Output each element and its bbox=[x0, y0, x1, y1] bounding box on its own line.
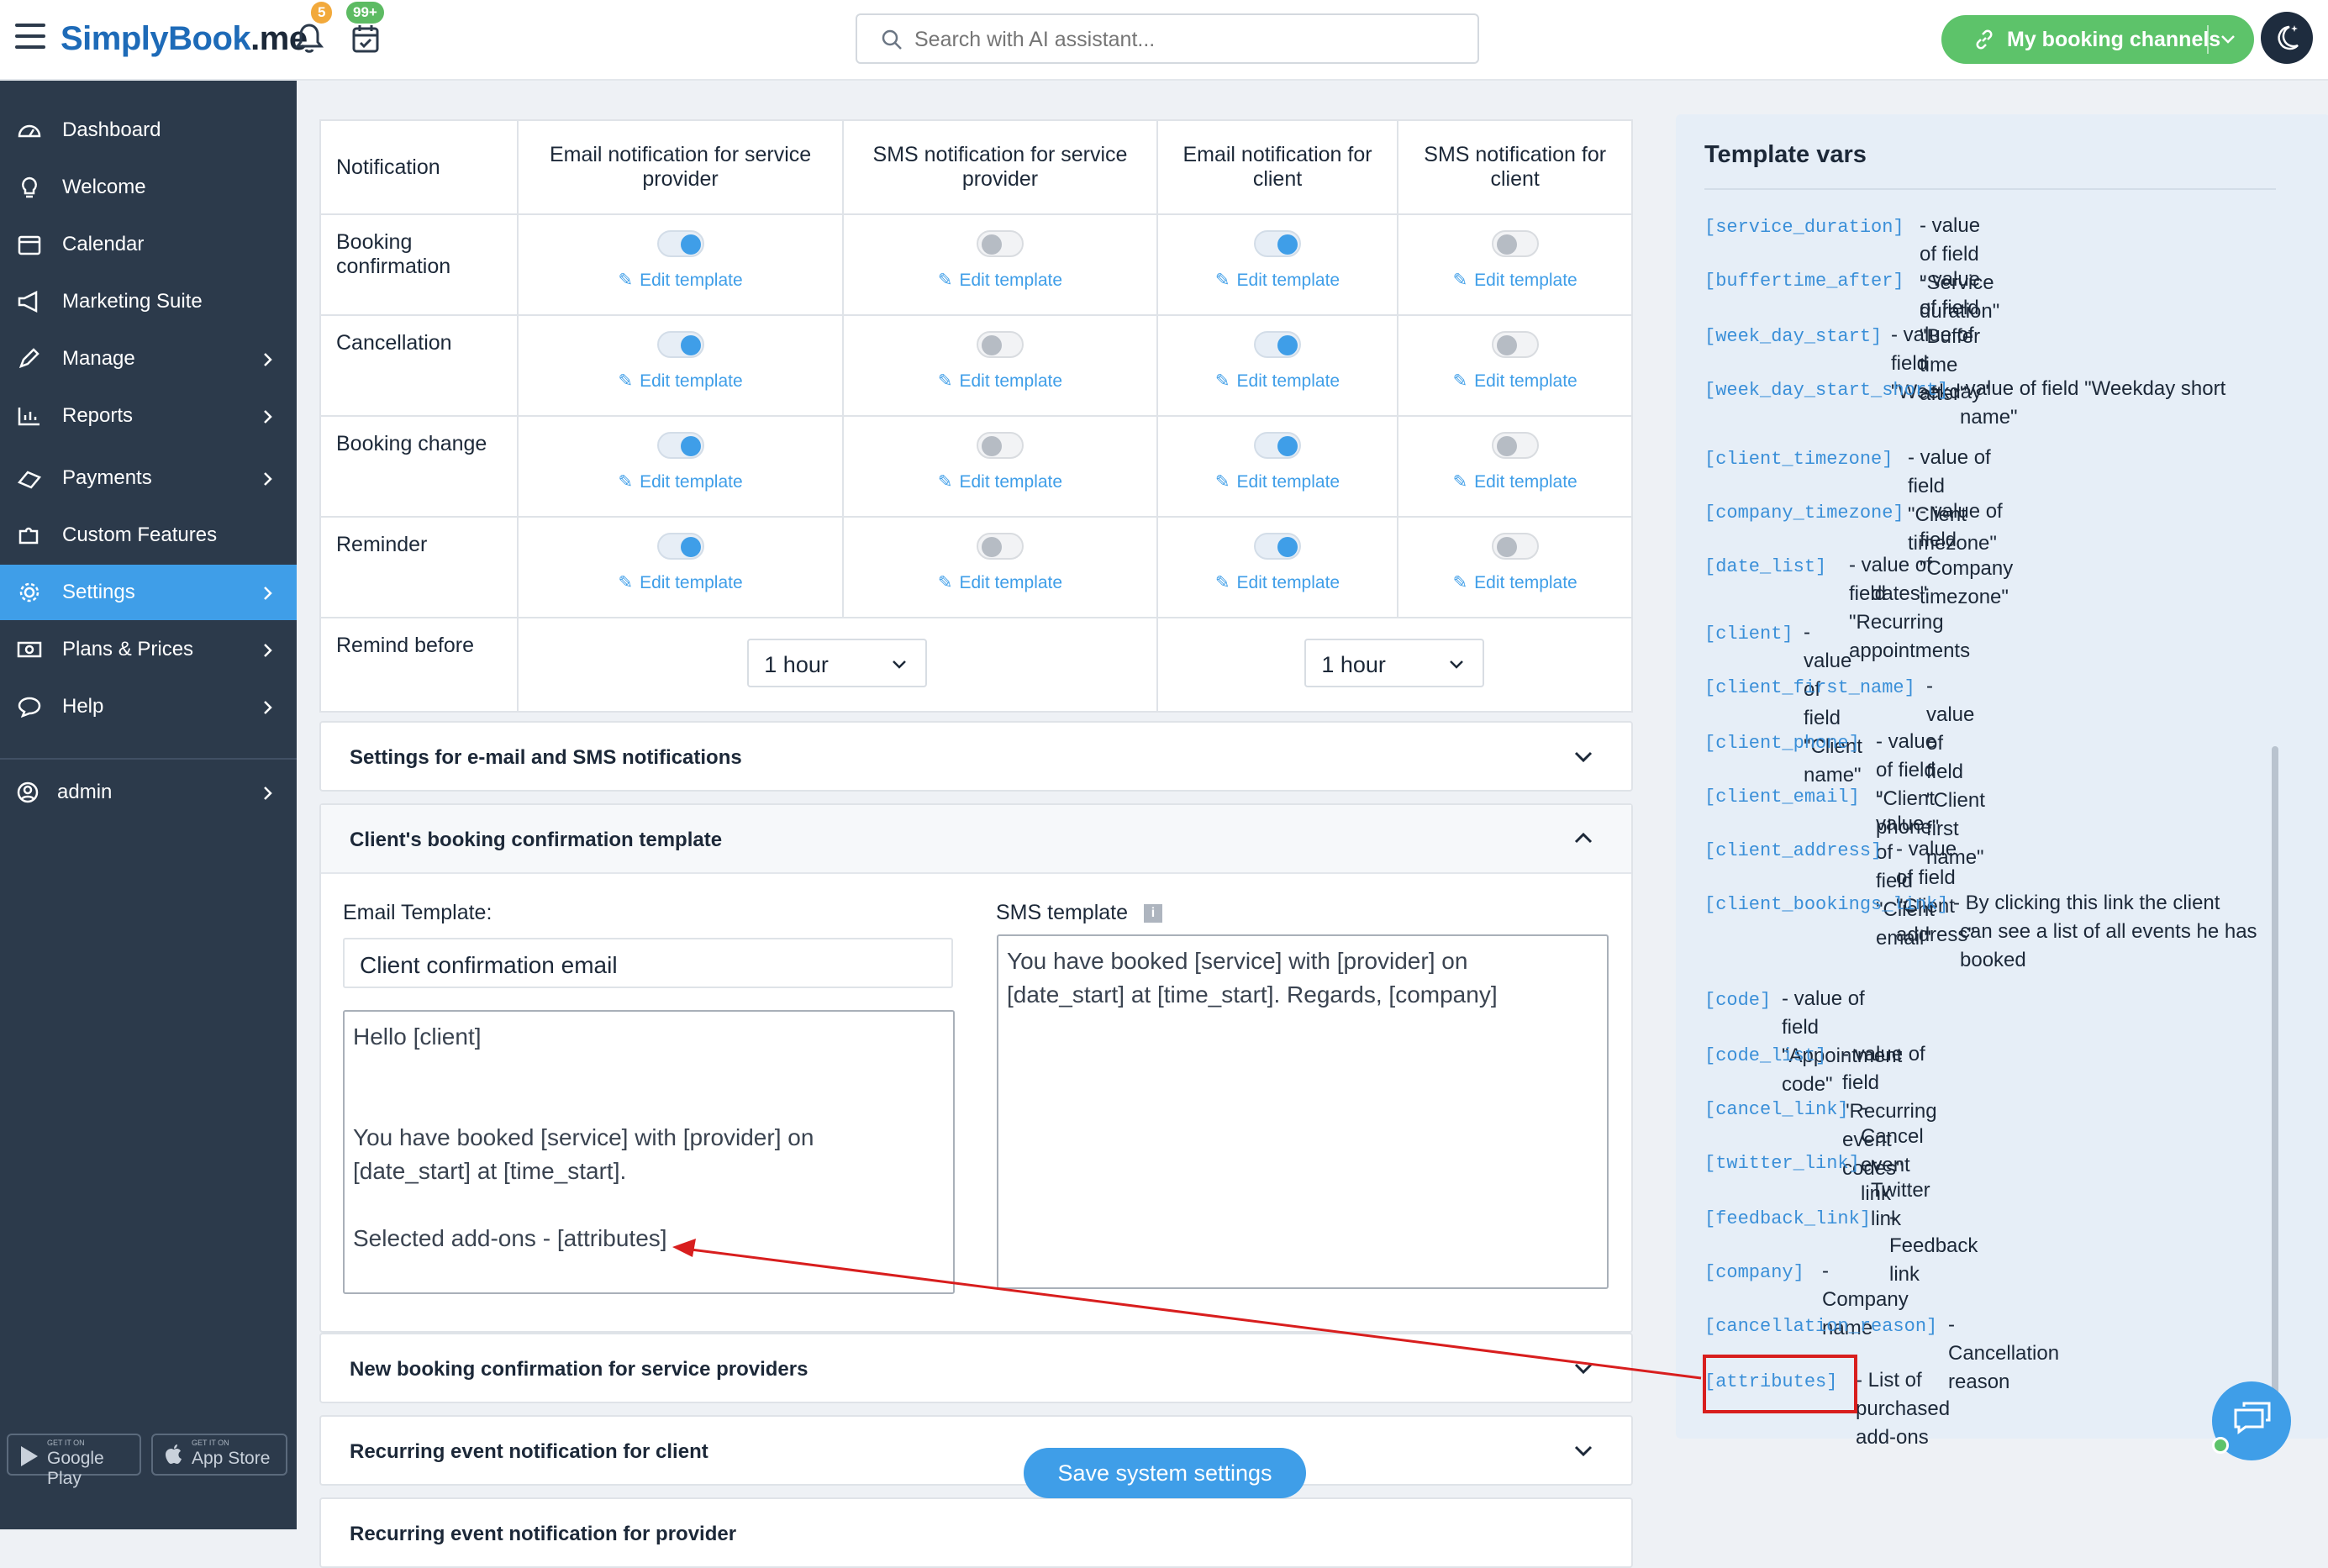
online-status-dot bbox=[2212, 1437, 2229, 1454]
annotation-arrow bbox=[672, 1239, 1702, 1380]
